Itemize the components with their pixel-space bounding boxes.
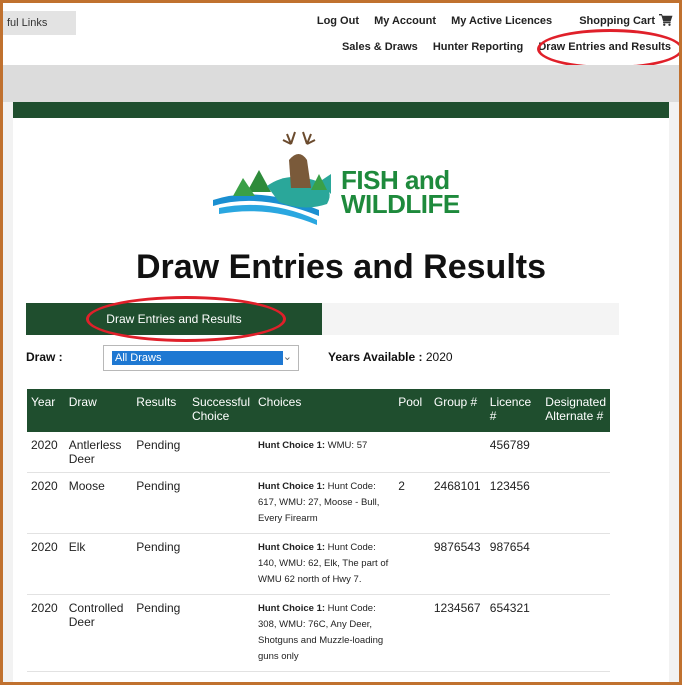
cell-alternate bbox=[541, 594, 610, 672]
page-title: Draw Entries and Results bbox=[135, 248, 546, 286]
table-row: 2020 Moose Pending Hunt Choice 1: Hunt C… bbox=[27, 472, 610, 534]
col-group: Group # bbox=[429, 389, 486, 432]
choice-label: Hunt Choice 1: bbox=[258, 603, 326, 614]
cell-successful-choice bbox=[187, 472, 254, 534]
top-bar: ful Links Log Out My Account My Active L… bbox=[3, 3, 679, 69]
table-row: 2020 Antlerless Deer Pending Hunt Choice… bbox=[27, 432, 610, 473]
sales-draws-link[interactable]: Sales & Draws bbox=[342, 41, 418, 53]
cell-result: Pending bbox=[132, 594, 188, 672]
cell-alternate bbox=[541, 432, 610, 473]
cell-licence: 987654 bbox=[485, 533, 542, 595]
cell-result: Pending bbox=[132, 533, 188, 595]
cell-choices: Hunt Choice 1: Hunt Code: 308, WMU: 76C,… bbox=[254, 594, 395, 672]
choice-label: Hunt Choice 1: bbox=[258, 481, 326, 492]
grey-band bbox=[3, 65, 679, 102]
cell-group: 2468101 bbox=[429, 472, 486, 534]
table-row: 2020 Elk Pending Hunt Choice 1: Hunt Cod… bbox=[27, 533, 610, 595]
highlight-circle-tab bbox=[86, 296, 286, 342]
cell-pool: 2 bbox=[394, 472, 430, 534]
years-available-value: 2020 bbox=[425, 350, 453, 364]
cell-choices: Hunt Choice 1: Hunt Code: 140, WMU: 62, … bbox=[254, 533, 395, 595]
cell-choices: Hunt Choice 1: Hunt Code: 617, WMU: 27, … bbox=[254, 472, 395, 534]
cell-choices: Hunt Choice 1: WMU: 57 bbox=[254, 432, 395, 473]
cell-pool bbox=[394, 432, 430, 473]
my-active-licences-link[interactable]: My Active Licences bbox=[451, 15, 552, 27]
table-row: 2020 Controlled Deer Pending Hunt Choice… bbox=[27, 594, 610, 672]
chevron-down-icon: ⌄ bbox=[282, 351, 292, 363]
logo-line-2: WILDLIFE bbox=[341, 189, 460, 219]
col-licence: Licence # bbox=[485, 389, 542, 432]
cell-licence: 456789 bbox=[485, 432, 542, 473]
choice-label: Hunt Choice 1: bbox=[258, 542, 326, 553]
years-available-label: Years Available : bbox=[328, 350, 423, 364]
cell-year: 2020 bbox=[27, 472, 65, 534]
cell-result: Pending bbox=[132, 432, 188, 473]
table-header-row: Year Draw Results Successful Choice Choi… bbox=[27, 389, 610, 432]
col-choices: Choices bbox=[254, 389, 395, 432]
col-draw: Draw bbox=[64, 389, 133, 432]
cell-draw: Antlerless Deer bbox=[64, 432, 133, 473]
shopping-cart-icon bbox=[659, 13, 673, 26]
draw-label: Draw : bbox=[26, 350, 63, 364]
cell-group bbox=[429, 432, 486, 473]
draw-select[interactable]: All Draws ⌄ bbox=[103, 345, 299, 371]
useful-links-menu[interactable]: ful Links bbox=[3, 11, 76, 35]
cell-draw: Elk bbox=[64, 533, 133, 595]
cell-year: 2020 bbox=[27, 533, 65, 595]
cell-licence: 654321 bbox=[485, 594, 542, 672]
cell-alternate bbox=[541, 533, 610, 595]
shopping-cart-link[interactable]: Shopping Cart bbox=[567, 13, 673, 27]
cell-year: 2020 bbox=[27, 594, 65, 672]
green-header-bar bbox=[13, 102, 669, 118]
hunter-reporting-link[interactable]: Hunter Reporting bbox=[433, 41, 523, 53]
draw-select-value: All Draws bbox=[112, 351, 283, 365]
cell-year: 2020 bbox=[27, 432, 65, 473]
cell-draw: Moose bbox=[64, 472, 133, 534]
shopping-cart-label: Shopping Cart bbox=[579, 15, 655, 27]
col-successful-choice: Successful Choice bbox=[187, 389, 254, 432]
log-out-link[interactable]: Log Out bbox=[317, 15, 359, 27]
cell-pool bbox=[394, 533, 430, 595]
years-available: Years Available : 2020 bbox=[328, 350, 453, 364]
cell-successful-choice bbox=[187, 432, 254, 473]
col-results: Results bbox=[132, 389, 188, 432]
choice-text: WMU: 57 bbox=[327, 440, 368, 451]
cell-group: 9876543 bbox=[429, 533, 486, 595]
col-pool: Pool bbox=[394, 389, 430, 432]
screenshot-frame: ful Links Log Out My Account My Active L… bbox=[0, 0, 682, 685]
cell-draw: Controlled Deer bbox=[64, 594, 133, 672]
col-designated-alternate: Designated Alternate # bbox=[541, 389, 610, 432]
cell-result: Pending bbox=[132, 472, 188, 534]
cell-successful-choice bbox=[187, 533, 254, 595]
logo-text: FISH and WILDLIFE bbox=[341, 167, 460, 219]
main-content: FISH and WILDLIFE Draw Entries and Resul… bbox=[13, 118, 669, 682]
choice-label: Hunt Choice 1: bbox=[258, 440, 326, 451]
cell-successful-choice bbox=[187, 594, 254, 672]
cell-pool bbox=[394, 594, 430, 672]
draw-results-table: Year Draw Results Successful Choice Choi… bbox=[27, 389, 610, 672]
highlight-circle bbox=[537, 29, 679, 69]
col-year: Year bbox=[27, 389, 65, 432]
cell-group: 1234567 bbox=[429, 594, 486, 672]
my-account-link[interactable]: My Account bbox=[374, 15, 436, 27]
cell-licence: 123456 bbox=[485, 472, 542, 534]
account-nav: Log Out My Account My Active Licences Sh… bbox=[305, 13, 673, 27]
cell-alternate bbox=[541, 472, 610, 534]
